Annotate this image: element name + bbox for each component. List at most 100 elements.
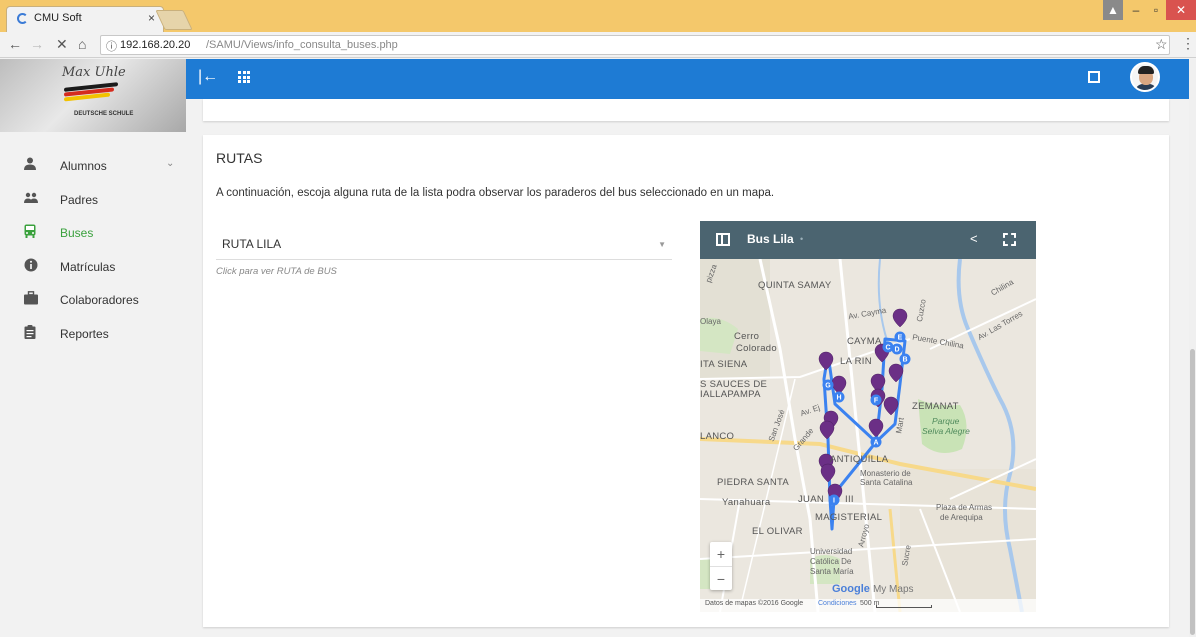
stop-i: I — [833, 498, 835, 505]
stop-icon[interactable]: ✕ — [56, 36, 68, 53]
google-my-maps-logo: Google My Maps — [832, 583, 914, 595]
school-logo[interactable]: Max Uhle DEUTSCHE SCHULE — [0, 59, 186, 132]
clipboard-icon — [24, 324, 36, 339]
info-icon — [24, 258, 38, 271]
map-label: MAGISTERIAL — [815, 512, 883, 523]
loading-icon — [17, 13, 28, 24]
stop-f: F — [874, 398, 879, 405]
map-label: IALLAPAMPA — [700, 389, 761, 400]
map-label: ZEMANAT — [912, 401, 959, 412]
info-icon[interactable]: ⓘ — [106, 38, 117, 54]
map-label: LANCO — [700, 431, 735, 442]
map-label: Plaza de Armas — [936, 503, 993, 512]
browser-titlebar: CMU Soft × ▲ – ▫ ✕ — [0, 0, 1196, 32]
collapse-sidebar-icon[interactable]: |← — [198, 68, 218, 86]
scale-bar — [876, 605, 932, 608]
map-label: Santa Catalina — [860, 478, 913, 487]
map-label: LA RIN — [840, 356, 872, 367]
previous-card — [203, 99, 1169, 121]
apps-grid-icon[interactable] — [238, 71, 250, 83]
home-icon[interactable]: ⌂ — [78, 36, 86, 52]
maximize-button[interactable]: ▫ — [1146, 0, 1166, 20]
map-label: Universidad — [810, 547, 853, 556]
briefcase-icon — [24, 291, 38, 305]
map-label: Monasterio de — [860, 469, 911, 478]
sidebar-item-matriculas[interactable]: Matrículas — [0, 250, 186, 284]
minimize-button[interactable]: – — [1126, 0, 1146, 20]
map-attribution: Datos de mapas ©2016 Google Condiciones … — [700, 599, 1036, 612]
url-input[interactable]: ⓘ 192.168.20.20 /SAMU/Views/info_consult… — [100, 35, 1170, 55]
sidebar-item-label: Reportes — [60, 326, 109, 341]
map-label: Selva Alegre — [922, 426, 970, 436]
flag-stripes — [64, 82, 120, 102]
group-icon — [24, 192, 38, 203]
close-window-button[interactable]: ✕ — [1166, 0, 1196, 20]
stop-c: C — [885, 345, 890, 352]
user-profile-icon[interactable]: ▲ — [1103, 0, 1123, 20]
zoom-in-button[interactable]: + — [710, 542, 732, 566]
zoom-out-button[interactable]: − — [710, 566, 732, 590]
page-scrollbar[interactable] — [1189, 59, 1196, 637]
sidebar-item-label: Alumnos — [60, 159, 107, 173]
stop-b: B — [902, 357, 907, 364]
my-maps-wordmark: My Maps — [872, 584, 914, 595]
browser-menu-icon[interactable]: ⋮ — [1181, 35, 1195, 52]
map-data-credit: Datos de mapas ©2016 Google — [705, 600, 804, 607]
sidebar-item-reportes[interactable]: Reportes — [0, 317, 186, 351]
terms-link[interactable]: Condiciones — [818, 600, 857, 607]
fullscreen-icon[interactable] — [1088, 71, 1100, 83]
avatar[interactable] — [1130, 62, 1160, 92]
sidebar-item-buses[interactable]: Buses — [0, 216, 186, 250]
url-host: 192.168.20.20 — [120, 39, 191, 51]
sidebar-nav: Alumnos ⌄ Padres Buses Matrículas Colabo… — [0, 149, 186, 350]
forward-icon[interactable]: → — [30, 36, 44, 52]
url-path: /SAMU/Views/info_consulta_buses.php — [206, 39, 398, 51]
map-label: Colorado — [736, 343, 777, 354]
sidebar-item-padres[interactable]: Padres — [0, 183, 186, 217]
page-description: A continuación, escoja alguna ruta de la… — [216, 187, 775, 199]
bookmark-star-icon[interactable]: ☆ — [1155, 36, 1168, 53]
map-label: ANTIQUILLA — [830, 454, 889, 465]
map-label: PIEDRA SANTA — [717, 477, 790, 488]
map-label: QUINTA SAMAY — [758, 280, 832, 291]
zoom-controls: + − — [710, 542, 732, 590]
stop-e: E — [898, 335, 903, 342]
map-label: de Arequipa — [940, 513, 983, 522]
tab-title: CMU Soft — [34, 12, 82, 24]
sidebar-item-colaboradores[interactable]: Colaboradores — [0, 283, 186, 317]
stop-h: H — [836, 395, 841, 402]
side-panel-icon[interactable] — [716, 233, 730, 246]
routes-card: RUTAS A continuación, escoja alguna ruta… — [203, 135, 1169, 627]
stop-g: G — [825, 383, 831, 390]
person-icon — [24, 157, 36, 170]
expand-map-icon[interactable] — [1003, 233, 1016, 246]
sidebar-item-label: Matrículas — [60, 259, 116, 274]
route-map[interactable]: A B C D E F G H I Bus Lila • < QUINTA SA… — [700, 221, 1036, 612]
app-header: |← — [186, 59, 1189, 99]
sidebar-item-label: Padres — [60, 192, 99, 207]
map-label: JUAN — [798, 494, 825, 505]
route-select-value: RUTA LILA — [222, 237, 282, 251]
sidebar-item-label: Buses — [60, 226, 94, 240]
chevron-down-icon[interactable]: ⌄ — [166, 158, 174, 169]
logo-name: Max Uhle — [62, 65, 126, 80]
map-title-dot: • — [800, 234, 804, 244]
stop-a: A — [873, 440, 878, 447]
scrollbar-thumb[interactable] — [1190, 349, 1195, 635]
back-icon[interactable]: ← — [8, 36, 22, 52]
browser-tab[interactable]: CMU Soft × — [6, 6, 164, 32]
route-select[interactable]: RUTA LILA ▼ — [216, 230, 672, 260]
bus-icon — [24, 224, 36, 238]
dropdown-arrow-icon[interactable]: ▼ — [658, 240, 666, 249]
stop-d: D — [894, 347, 899, 354]
tab-close-icon[interactable]: × — [148, 11, 155, 25]
map-label: Olaya — [700, 317, 721, 326]
logo-subtitle: DEUTSCHE SCHULE — [74, 111, 134, 117]
sidebar-item-alumnos[interactable]: Alumnos ⌄ — [0, 149, 186, 183]
sidebar-item-label: Colaboradores — [60, 293, 139, 307]
map-label: EL OLIVAR — [752, 526, 803, 537]
sidebar: Max Uhle DEUTSCHE SCHULE Alumnos ⌄ Padre… — [0, 59, 186, 637]
map-label: ITA SIENA — [700, 359, 748, 370]
map-label: Parque — [932, 416, 960, 426]
share-icon[interactable]: < — [970, 231, 978, 246]
